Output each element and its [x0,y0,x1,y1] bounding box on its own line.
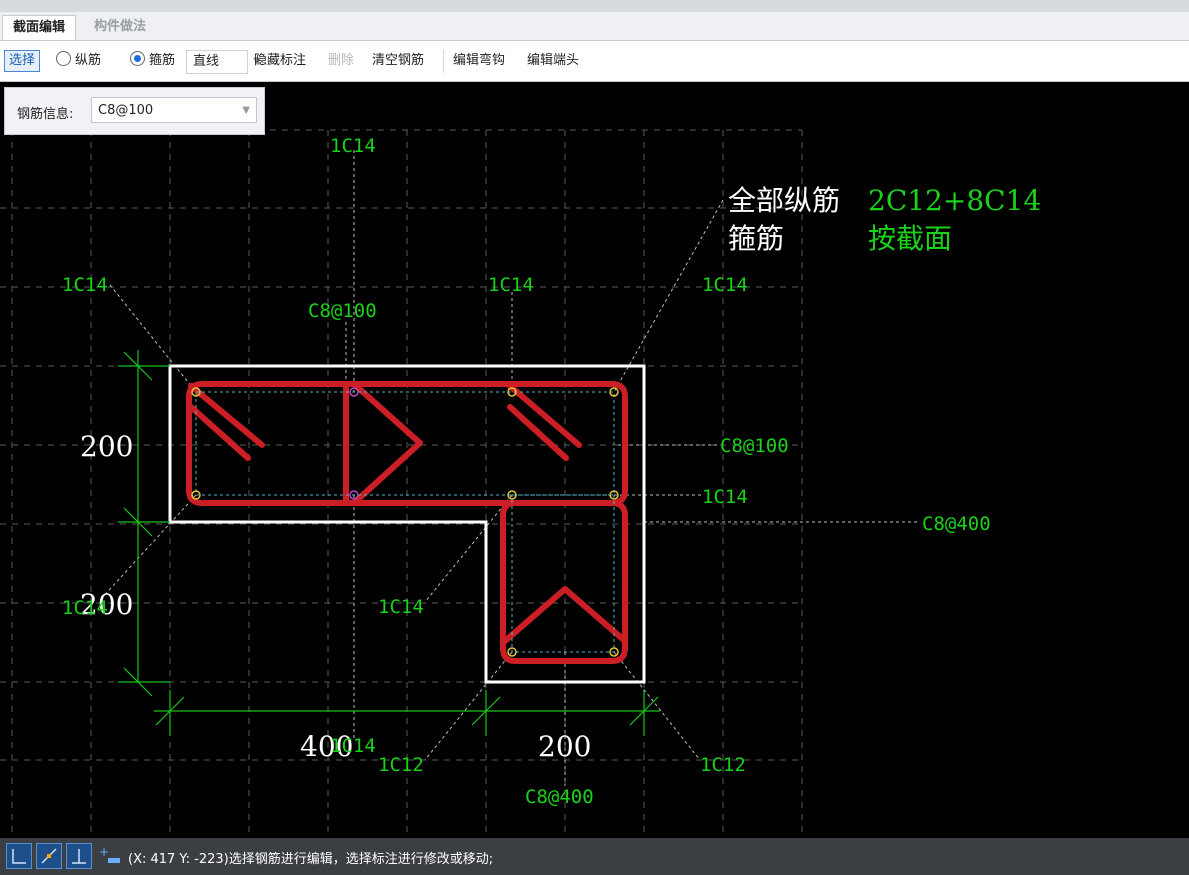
select-button[interactable]: 选择 [4,50,41,72]
line-type-value: 直线 [193,54,220,69]
drawing-canvas[interactable]: 200 200 400 200 全部纵筋 2C12+8C14 箍筋 按截面 1C… [0,82,1189,838]
summary-stirrup-value[interactable]: 按截面 [868,222,952,255]
summary-all-long-value[interactable]: 2C12+8C14 [868,184,1041,217]
radio-on-icon [130,51,145,66]
dynamic-input-icon[interactable]: + [98,845,124,868]
leader-lines [99,150,920,786]
annot-rebar-label[interactable]: 1C14 [330,735,376,757]
summary-all-long-label: 全部纵筋 [728,184,840,217]
dim-bottom-right[interactable]: 200 [538,730,591,763]
rebar-info-label: 钢筋信息: [17,107,74,122]
grid [0,129,803,838]
rebar-info-panel: 钢筋信息: C8@100 ▼ [4,87,265,135]
delete-button[interactable]: 删除 [328,50,354,72]
summary-stirrup-label: 箍筋 [728,222,784,255]
tie-triangle-top [351,381,423,506]
rebar-info-dropdown[interactable]: C8@100 ▼ [91,97,257,123]
dim-left-upper[interactable]: 200 [80,430,133,463]
annot-rebar-label[interactable]: 1C14 [702,486,748,508]
edit-hook-button[interactable]: 编辑弯钩 [453,50,505,72]
rebar-points-secondary[interactable] [349,387,359,500]
tab-bar: 截面编辑 构件做法 [0,12,1189,41]
tab-component-method[interactable]: 构件做法 [84,15,156,39]
annot-stirrup-label[interactable]: C8@100 [720,435,789,457]
line-type-dropdown[interactable]: 直线 ▼ [186,50,261,74]
hide-annotation-button[interactable]: 隐藏标注 [254,50,306,72]
toolbar-divider [443,49,444,73]
annot-rebar-label[interactable]: 1C14 [378,596,424,618]
rebar-info-value: C8@100 [98,103,154,118]
ortho-mode-icon[interactable] [6,843,32,869]
dimension-lines [118,350,660,736]
section-drawing[interactable]: 200 200 400 200 全部纵筋 2C12+8C14 箍筋 按截面 1C… [0,82,1189,838]
tab-section-edit[interactable]: 截面编辑 [2,15,77,40]
hook-1b [188,404,251,461]
radio-off-icon [56,51,71,66]
annot-stirrup-label[interactable]: C8@100 [308,300,377,322]
radio-stirrup-label: 箍筋 [149,53,176,68]
clear-rebar-button[interactable]: 清空钢筋 [372,50,424,72]
annot-rebar-label[interactable]: 1C12 [378,754,424,776]
chevron-down-icon: ▼ [242,105,250,116]
hook-2b [507,404,569,461]
annot-rebar-label[interactable]: 1C12 [700,754,746,776]
window-top-strip [0,0,1189,12]
status-bar: + (X: 417 Y: -223)选择钢筋进行编辑，选择标注进行修改或移动; [0,838,1189,875]
outer-stirrup-vertical [500,500,628,664]
toolbar: 选择 纵筋 箍筋 直线 ▼ 隐藏标注 删除 清空钢筋 编辑弯钩 编辑端头 [0,41,1189,82]
annot-rebar-label[interactable]: 1C14 [330,135,376,157]
annot-rebar-label[interactable]: 1C14 [62,597,108,619]
perpendicular-mode-icon[interactable] [66,843,92,869]
status-message: (X: 417 Y: -223)选择钢筋进行编辑，选择标注进行修改或移动; [128,852,494,867]
radio-stirrup[interactable]: 箍筋 [130,50,175,72]
annot-rebar-label[interactable]: 1C14 [702,274,748,296]
radio-long-label: 纵筋 [75,53,102,68]
edit-end-button[interactable]: 编辑端头 [527,50,579,72]
annot-rebar-label[interactable]: 1C14 [488,274,534,296]
annot-stirrup-label[interactable]: C8@400 [922,513,991,535]
annot-rebar-label[interactable]: 1C14 [62,274,108,296]
radio-long-rebar[interactable]: 纵筋 [56,50,101,72]
annot-stirrup-label[interactable]: C8@400 [525,786,594,808]
snap-mode-icon[interactable] [36,843,62,869]
svg-text:+: + [99,846,109,859]
